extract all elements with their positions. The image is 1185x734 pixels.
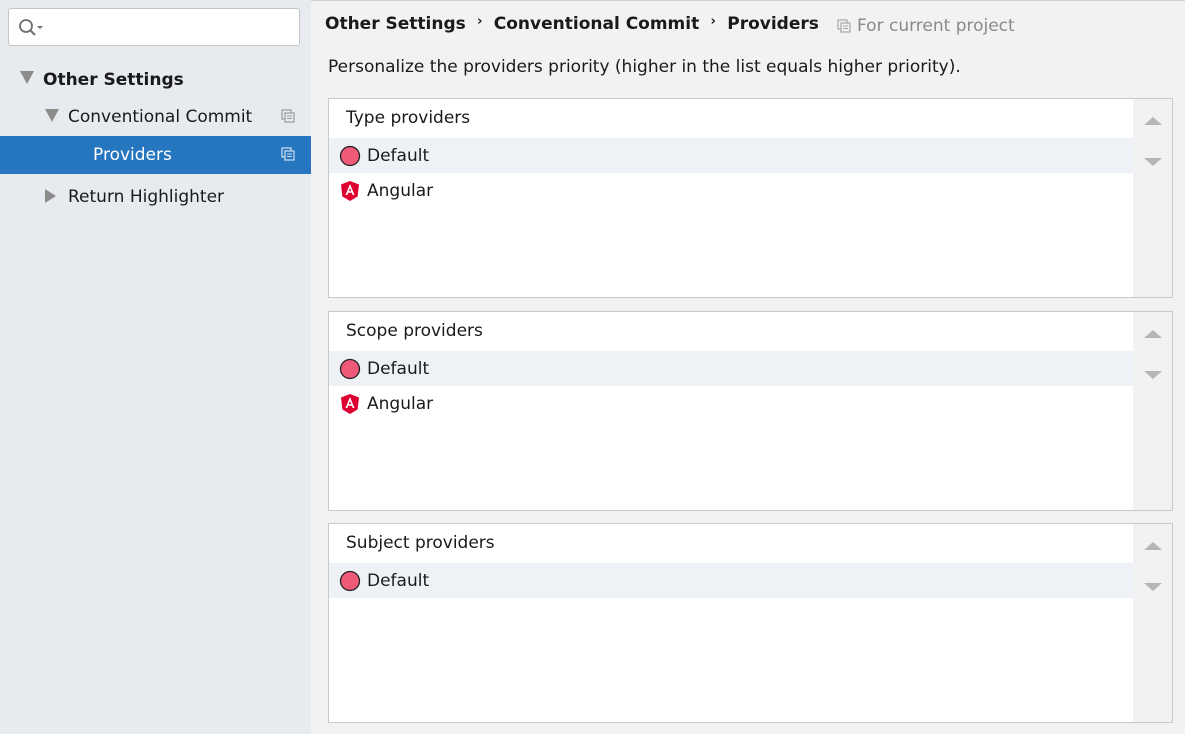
panel-title: Scope providers bbox=[346, 321, 483, 341]
move-down-icon[interactable] bbox=[1144, 158, 1162, 166]
breadcrumb-separator-icon: › bbox=[477, 13, 483, 29]
tree-item-label: Other Settings bbox=[43, 70, 184, 90]
type-providers-list[interactable]: Type providers Default Angular bbox=[329, 99, 1134, 297]
tree-item-conventional-commit[interactable]: Conventional Commit bbox=[0, 98, 311, 136]
list-item-label: Default bbox=[367, 570, 430, 591]
breadcrumb-item[interactable]: Conventional Commit bbox=[494, 14, 699, 34]
list-item-label: Default bbox=[367, 358, 430, 379]
list-item-label: Angular bbox=[367, 180, 434, 201]
default-provider-icon bbox=[339, 145, 361, 167]
type-providers-panel: Type providers Default Angular bbox=[328, 98, 1173, 298]
move-down-icon[interactable] bbox=[1144, 371, 1162, 379]
angular-icon bbox=[341, 181, 359, 201]
move-up-icon[interactable] bbox=[1144, 117, 1162, 125]
breadcrumb-separator-icon: › bbox=[710, 13, 716, 29]
reorder-toolbar bbox=[1133, 524, 1172, 722]
breadcrumb-item[interactable]: Other Settings bbox=[325, 14, 466, 34]
move-up-icon[interactable] bbox=[1144, 330, 1162, 338]
move-up-icon[interactable] bbox=[1144, 542, 1162, 550]
list-item-angular[interactable]: Angular bbox=[329, 173, 1134, 208]
page-description: Personalize the providers priority (high… bbox=[328, 57, 961, 77]
list-item-label: Angular bbox=[367, 393, 434, 414]
list-item-default[interactable]: Default bbox=[329, 563, 1134, 598]
project-scope-icon bbox=[281, 109, 295, 123]
move-down-icon[interactable] bbox=[1144, 583, 1162, 591]
subject-providers-list[interactable]: Subject providers Default bbox=[329, 524, 1134, 722]
project-scope-icon bbox=[837, 19, 851, 33]
tree-item-label: Providers bbox=[93, 145, 172, 165]
reorder-toolbar bbox=[1133, 99, 1172, 297]
scope-providers-list[interactable]: Scope providers Default Angular bbox=[329, 312, 1134, 510]
scope-label: For current project bbox=[857, 16, 1015, 36]
settings-content: Other Settings › Conventional Commit › P… bbox=[311, 0, 1185, 734]
tree-item-label: Return Highlighter bbox=[68, 187, 225, 207]
list-item-default[interactable]: Default bbox=[329, 351, 1134, 386]
tree-item-label: Conventional Commit bbox=[68, 107, 253, 127]
list-item-label: Default bbox=[367, 145, 430, 166]
chevron-down-icon[interactable] bbox=[20, 71, 34, 84]
reorder-toolbar bbox=[1133, 312, 1172, 510]
default-provider-icon bbox=[339, 570, 361, 592]
angular-icon bbox=[341, 394, 359, 414]
subject-providers-panel: Subject providers Default bbox=[328, 523, 1173, 723]
search-input[interactable] bbox=[8, 8, 300, 46]
settings-sidebar: Other Settings Conventional Commit Provi… bbox=[0, 0, 311, 734]
tree-item-providers[interactable]: Providers bbox=[0, 136, 311, 174]
scope-providers-panel: Scope providers Default Angular bbox=[328, 311, 1173, 511]
breadcrumb: Other Settings › Conventional Commit › P… bbox=[325, 11, 819, 37]
breadcrumb-item: Providers bbox=[727, 14, 819, 34]
project-scope-icon bbox=[281, 147, 295, 161]
scope-indicator: For current project bbox=[837, 16, 1015, 36]
chevron-down-icon[interactable] bbox=[45, 109, 59, 122]
search-icon[interactable] bbox=[18, 18, 50, 38]
panel-title: Type providers bbox=[346, 108, 471, 128]
tree-item-other-settings[interactable]: Other Settings bbox=[0, 61, 311, 99]
default-provider-icon bbox=[339, 358, 361, 380]
panel-title: Subject providers bbox=[346, 533, 495, 553]
list-item-default[interactable]: Default bbox=[329, 138, 1134, 173]
list-item-angular[interactable]: Angular bbox=[329, 386, 1134, 421]
chevron-right-icon[interactable] bbox=[45, 189, 56, 203]
tree-item-return-highlighter[interactable]: Return Highlighter bbox=[0, 178, 311, 216]
